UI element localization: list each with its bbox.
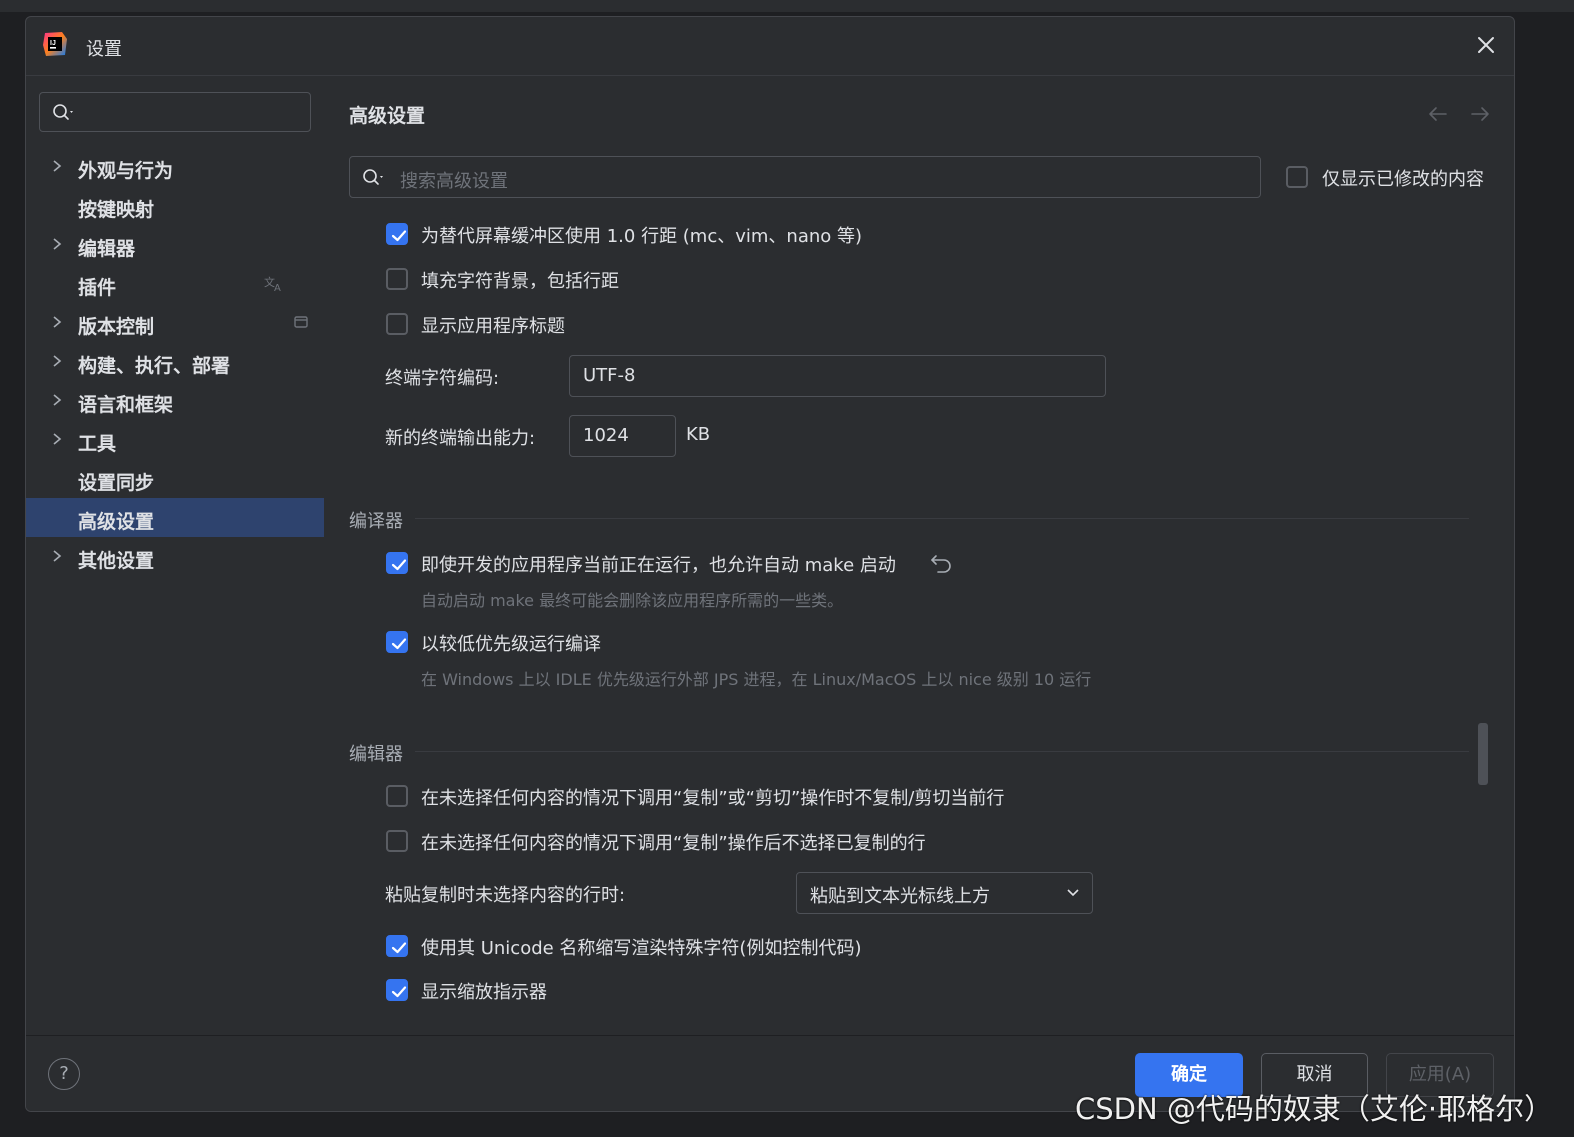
chevron-right-icon[interactable] — [50, 236, 64, 252]
section-heading-compiler: 编译器 — [349, 511, 403, 532]
fill-background-checkbox[interactable] — [386, 268, 408, 290]
chevron-right-icon[interactable] — [50, 392, 64, 408]
sidebar-item-label: 构建、执行、部署 — [78, 355, 231, 377]
divider — [415, 751, 1469, 752]
translate-icon: 文 A — [264, 275, 281, 292]
sidebar-item-label: 高级设置 — [78, 511, 155, 533]
sidebar-item-advanced[interactable]: 高级设置 — [26, 498, 324, 537]
check-icon — [391, 559, 407, 571]
chevron-right-icon[interactable] — [50, 353, 64, 369]
check-icon — [391, 638, 407, 650]
show-app-title-label: 显示应用程序标题 — [421, 316, 565, 337]
auto-make-hint: 自动启动 make 最终可能会删除该应用程序所需的一些类。 — [421, 591, 844, 610]
sidebar-item-label: 设置同步 — [78, 472, 155, 494]
show-app-title-checkbox[interactable] — [386, 313, 408, 335]
chevron-down-icon — [1067, 889, 1079, 897]
auto-make-checkbox[interactable] — [386, 552, 408, 574]
sidebar-item-vcs[interactable]: 版本控制 — [26, 303, 324, 342]
window-icon — [294, 316, 308, 328]
zoom-indicator-checkbox[interactable] — [386, 979, 408, 1001]
sidebar-item-label: 插件 — [78, 277, 117, 299]
sidebar-item-label: 按键映射 — [78, 199, 155, 221]
page-title: 高级设置 — [349, 105, 426, 127]
low-priority-checkbox[interactable] — [386, 631, 408, 653]
no-select-copied-label: 在未选择任何内容的情况下调用“复制”操作后不选择已复制的行 — [421, 833, 926, 854]
search-placeholder: 搜索高级设置 — [400, 171, 508, 192]
output-capacity-label: 新的终端输出能力: — [385, 428, 536, 449]
chevron-right-icon[interactable] — [50, 431, 64, 447]
help-button[interactable]: ? — [48, 1058, 80, 1090]
sidebar-item-settings-sync[interactable]: 设置同步 — [26, 459, 324, 498]
sidebar-item-label: 版本控制 — [78, 316, 155, 338]
auto-make-label: 即使开发的应用程序当前正在运行，也允许自动 make 启动 — [421, 555, 896, 576]
sidebar-item-label: 外观与行为 — [78, 160, 174, 182]
watermark: CSDN @代码的奴隶（艾伦·耶格尔） — [1075, 1092, 1554, 1126]
terminal-linespacing-label: 为替代屏幕缓冲区使用 1.0 行距 (mc、vim、nano 等) — [421, 226, 863, 247]
scrollbar-thumb[interactable] — [1478, 723, 1488, 785]
svg-text:IJ: IJ — [50, 40, 56, 47]
history-nav — [1429, 107, 1489, 121]
zoom-indicator-label: 显示缩放指示器 — [421, 982, 547, 1003]
reset-icon[interactable] — [930, 551, 954, 573]
no-copy-current-line-checkbox[interactable] — [386, 785, 408, 807]
background-strip — [0, 0, 1574, 12]
fill-background-label: 填充字符背景，包括行距 — [421, 271, 619, 292]
unicode-render-label: 使用其 Unicode 名称缩写渲染特殊字符(例如控制代码) — [421, 938, 862, 959]
low-priority-hint: 在 Windows 上以 IDLE 优先级运行外部 JPS 进程，在 Linux… — [421, 670, 1092, 689]
forward-arrow-icon[interactable] — [1471, 107, 1489, 121]
sidebar-item-label: 语言和框架 — [78, 394, 174, 416]
search-icon — [363, 169, 383, 185]
sidebar-search-input[interactable] — [39, 92, 311, 132]
paste-mode-value: 粘贴到文本光标线上方 — [810, 886, 990, 907]
chevron-right-icon[interactable] — [50, 158, 64, 174]
paste-mode-select[interactable]: 粘贴到文本光标线上方 — [796, 872, 1093, 914]
advanced-search-input[interactable]: 搜索高级设置 — [349, 156, 1261, 198]
sidebar-item-other[interactable]: 其他设置 — [26, 537, 324, 576]
terminal-linespacing-checkbox[interactable] — [386, 223, 408, 245]
sidebar-item-keymap[interactable]: 按键映射 — [26, 186, 324, 225]
divider — [415, 518, 1469, 519]
sidebar-item-plugins[interactable]: 插件 文 A — [26, 264, 324, 303]
encoding-field[interactable]: UTF-8 — [569, 355, 1106, 397]
encoding-label: 终端字符编码: — [385, 368, 500, 389]
only-modified-label: 仅显示已修改的内容 — [1322, 169, 1484, 190]
chevron-right-icon[interactable] — [50, 548, 64, 564]
check-icon — [391, 942, 407, 954]
no-select-copied-checkbox[interactable] — [386, 830, 408, 852]
search-icon — [53, 104, 73, 120]
sidebar-item-label: 其他设置 — [78, 550, 155, 572]
only-modified-checkbox[interactable] — [1286, 166, 1308, 188]
chevron-right-icon[interactable] — [50, 314, 64, 330]
no-copy-current-line-label: 在未选择任何内容的情况下调用“复制”或“剪切”操作时不复制/剪切当前行 — [421, 788, 1005, 809]
title-bar: IJ 设置 — [26, 17, 1514, 75]
check-icon — [391, 986, 407, 998]
sidebar-item-label: 编辑器 — [78, 238, 136, 260]
unicode-render-checkbox[interactable] — [386, 935, 408, 957]
window-title: 设置 — [86, 39, 122, 60]
section-heading-editor: 编辑器 — [349, 744, 403, 765]
output-capacity-field[interactable]: 1024 — [569, 415, 676, 457]
sidebar-item-languages[interactable]: 语言和框架 — [26, 381, 324, 420]
back-arrow-icon[interactable] — [1429, 107, 1447, 121]
paste-mode-label: 粘贴复制时未选择内容的行时: — [385, 885, 626, 906]
intellij-app-icon: IJ — [43, 32, 67, 56]
divider — [26, 75, 1514, 76]
sidebar-item-editor[interactable]: 编辑器 — [26, 225, 324, 264]
check-icon — [391, 230, 407, 242]
sidebar-item-appearance[interactable]: 外观与行为 — [26, 147, 324, 186]
close-icon[interactable] — [1472, 31, 1500, 59]
settings-nav: 外观与行为 按键映射 编辑器 插件 文 A 版本控制 构建、执行、部署 语言和框… — [26, 147, 324, 576]
low-priority-label: 以较低优先级运行编译 — [421, 634, 601, 655]
sidebar-item-label: 工具 — [78, 433, 117, 455]
sidebar-item-build[interactable]: 构建、执行、部署 — [26, 342, 324, 381]
svg-text:A: A — [274, 283, 281, 292]
output-unit: KB — [686, 424, 711, 445]
sidebar-item-tools[interactable]: 工具 — [26, 420, 324, 459]
settings-dialog: IJ 设置 外观与行为 按键映射 编辑器 插件 文 A 版本控制 构建、执行、部… — [25, 16, 1515, 1112]
